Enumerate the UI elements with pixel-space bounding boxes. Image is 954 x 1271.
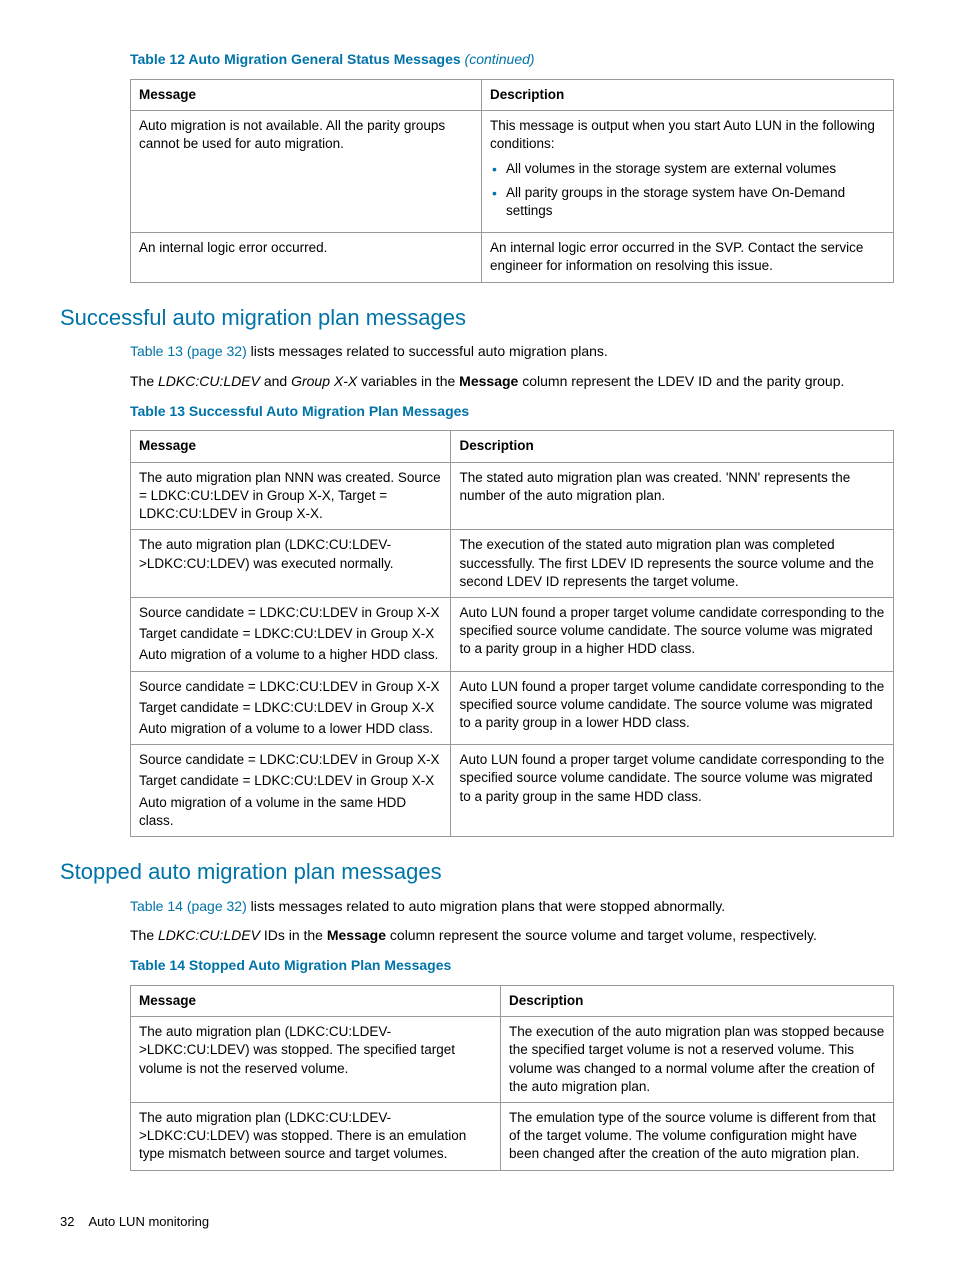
txt: LDKC:CU:LDEV <box>158 373 260 389</box>
line: Source candidate = LDKC:CU:LDEV in Group… <box>139 751 442 769</box>
table13-row3-desc: Auto LUN found a proper target volume ca… <box>451 671 894 745</box>
table14-title: Table 14 Stopped Auto Migration Plan Mes… <box>130 956 894 975</box>
table12-row0-bullets: All volumes in the storage system are ex… <box>490 160 885 221</box>
page-number: 32 <box>60 1214 74 1229</box>
table-header-row: Message Description <box>131 985 894 1016</box>
table13-row2-desc: Auto LUN found a proper target volume ca… <box>451 597 894 671</box>
table12-continued: (continued) <box>465 51 535 67</box>
table13-row3-msg: Source candidate = LDKC:CU:LDEV in Group… <box>131 671 451 745</box>
line: Target candidate = LDKC:CU:LDEV in Group… <box>139 772 442 790</box>
table12-header-message: Message <box>131 79 482 110</box>
table-row: The auto migration plan (LDKC:CU:LDEV->L… <box>131 530 894 598</box>
table-row: Auto migration is not available. All the… <box>131 111 894 233</box>
line: Auto migration of a volume in the same H… <box>139 794 442 830</box>
table13-row2-msg: Source candidate = LDKC:CU:LDEV in Group… <box>131 597 451 671</box>
table-header-row: Message Description <box>131 431 894 462</box>
table-row: The auto migration plan (LDKC:CU:LDEV->L… <box>131 1102 894 1170</box>
section2-p1-rest: lists messages related to auto migration… <box>247 898 725 914</box>
txt: Message <box>327 927 386 943</box>
txt: The <box>130 927 158 943</box>
list-item: All volumes in the storage system are ex… <box>492 160 885 178</box>
table14-header-message: Message <box>131 985 501 1016</box>
table-row: Source candidate = LDKC:CU:LDEV in Group… <box>131 597 894 671</box>
table14: Message Description The auto migration p… <box>130 985 894 1171</box>
table12-row1-msg: An internal logic error occurred. <box>131 233 482 282</box>
txt: variables in the <box>357 373 459 389</box>
table13-row1-msg: The auto migration plan (LDKC:CU:LDEV->L… <box>131 530 451 598</box>
section1-p1-rest: lists messages related to successful aut… <box>247 343 608 359</box>
txt: column represent the LDEV ID and the par… <box>518 373 844 389</box>
section2-heading: Stopped auto migration plan messages <box>60 857 894 887</box>
table-row: Source candidate = LDKC:CU:LDEV in Group… <box>131 671 894 745</box>
table12-title-text: Table 12 Auto Migration General Status M… <box>130 51 465 67</box>
txt: The <box>130 373 158 389</box>
txt: Message <box>459 373 518 389</box>
table13: Message Description The auto migration p… <box>130 430 894 837</box>
table14-row1-msg: The auto migration plan (LDKC:CU:LDEV->L… <box>131 1102 501 1170</box>
line: Source candidate = LDKC:CU:LDEV in Group… <box>139 604 442 622</box>
table14-header-description: Description <box>501 985 894 1016</box>
table13-header-description: Description <box>451 431 894 462</box>
table12-header-description: Description <box>481 79 893 110</box>
section1-p2: The LDKC:CU:LDEV and Group X-X variables… <box>130 372 894 392</box>
table-row: The auto migration plan (LDKC:CU:LDEV->L… <box>131 1017 894 1103</box>
table-row: The auto migration plan NNN was created.… <box>131 462 894 530</box>
page-footer: 32 Auto LUN monitoring <box>60 1213 209 1231</box>
footer-section: Auto LUN monitoring <box>88 1214 209 1229</box>
table13-row0-msg: The auto migration plan NNN was created.… <box>131 462 451 530</box>
table12-title: Table 12 Auto Migration General Status M… <box>130 50 894 69</box>
line: Target candidate = LDKC:CU:LDEV in Group… <box>139 625 442 643</box>
line: Auto migration of a volume to a higher H… <box>139 646 442 664</box>
table13-header-message: Message <box>131 431 451 462</box>
table14-row0-msg: The auto migration plan (LDKC:CU:LDEV->L… <box>131 1017 501 1103</box>
txt: and <box>260 373 291 389</box>
txt: column represent the source volume and t… <box>386 927 817 943</box>
table12-row0-desc: This message is output when you start Au… <box>481 111 893 233</box>
table12-row0-desc-intro: This message is output when you start Au… <box>490 118 875 151</box>
table-row: Source candidate = LDKC:CU:LDEV in Group… <box>131 745 894 837</box>
table-row: An internal logic error occurred. An int… <box>131 233 894 282</box>
section2-p1: Table 14 (page 32) lists messages relate… <box>130 897 894 917</box>
list-item: All parity groups in the storage system … <box>492 184 885 220</box>
line: Source candidate = LDKC:CU:LDEV in Group… <box>139 678 442 696</box>
table12-row0-msg: Auto migration is not available. All the… <box>131 111 482 233</box>
line: Target candidate = LDKC:CU:LDEV in Group… <box>139 699 442 717</box>
table13-row4-msg: Source candidate = LDKC:CU:LDEV in Group… <box>131 745 451 837</box>
section2-p1-link[interactable]: Table 14 (page 32) <box>130 898 247 914</box>
section2-p2: The LDKC:CU:LDEV IDs in the Message colu… <box>130 926 894 946</box>
table13-row1-desc: The execution of the stated auto migrati… <box>451 530 894 598</box>
table12: Message Description Auto migration is no… <box>130 79 894 283</box>
line: Auto migration of a volume to a lower HD… <box>139 720 442 738</box>
table13-title: Table 13 Successful Auto Migration Plan … <box>130 402 894 421</box>
table14-row1-desc: The emulation type of the source volume … <box>501 1102 894 1170</box>
section1-p1: Table 13 (page 32) lists messages relate… <box>130 342 894 362</box>
txt: LDKC:CU:LDEV <box>158 927 260 943</box>
table14-row0-desc: The execution of the auto migration plan… <box>501 1017 894 1103</box>
table13-row4-desc: Auto LUN found a proper target volume ca… <box>451 745 894 837</box>
table12-row1-desc: An internal logic error occurred in the … <box>481 233 893 282</box>
section1-heading: Successful auto migration plan messages <box>60 303 894 333</box>
txt: IDs in the <box>260 927 327 943</box>
section1-p1-link[interactable]: Table 13 (page 32) <box>130 343 247 359</box>
table13-row0-desc: The stated auto migration plan was creat… <box>451 462 894 530</box>
txt: Group X-X <box>291 373 357 389</box>
table-header-row: Message Description <box>131 79 894 110</box>
